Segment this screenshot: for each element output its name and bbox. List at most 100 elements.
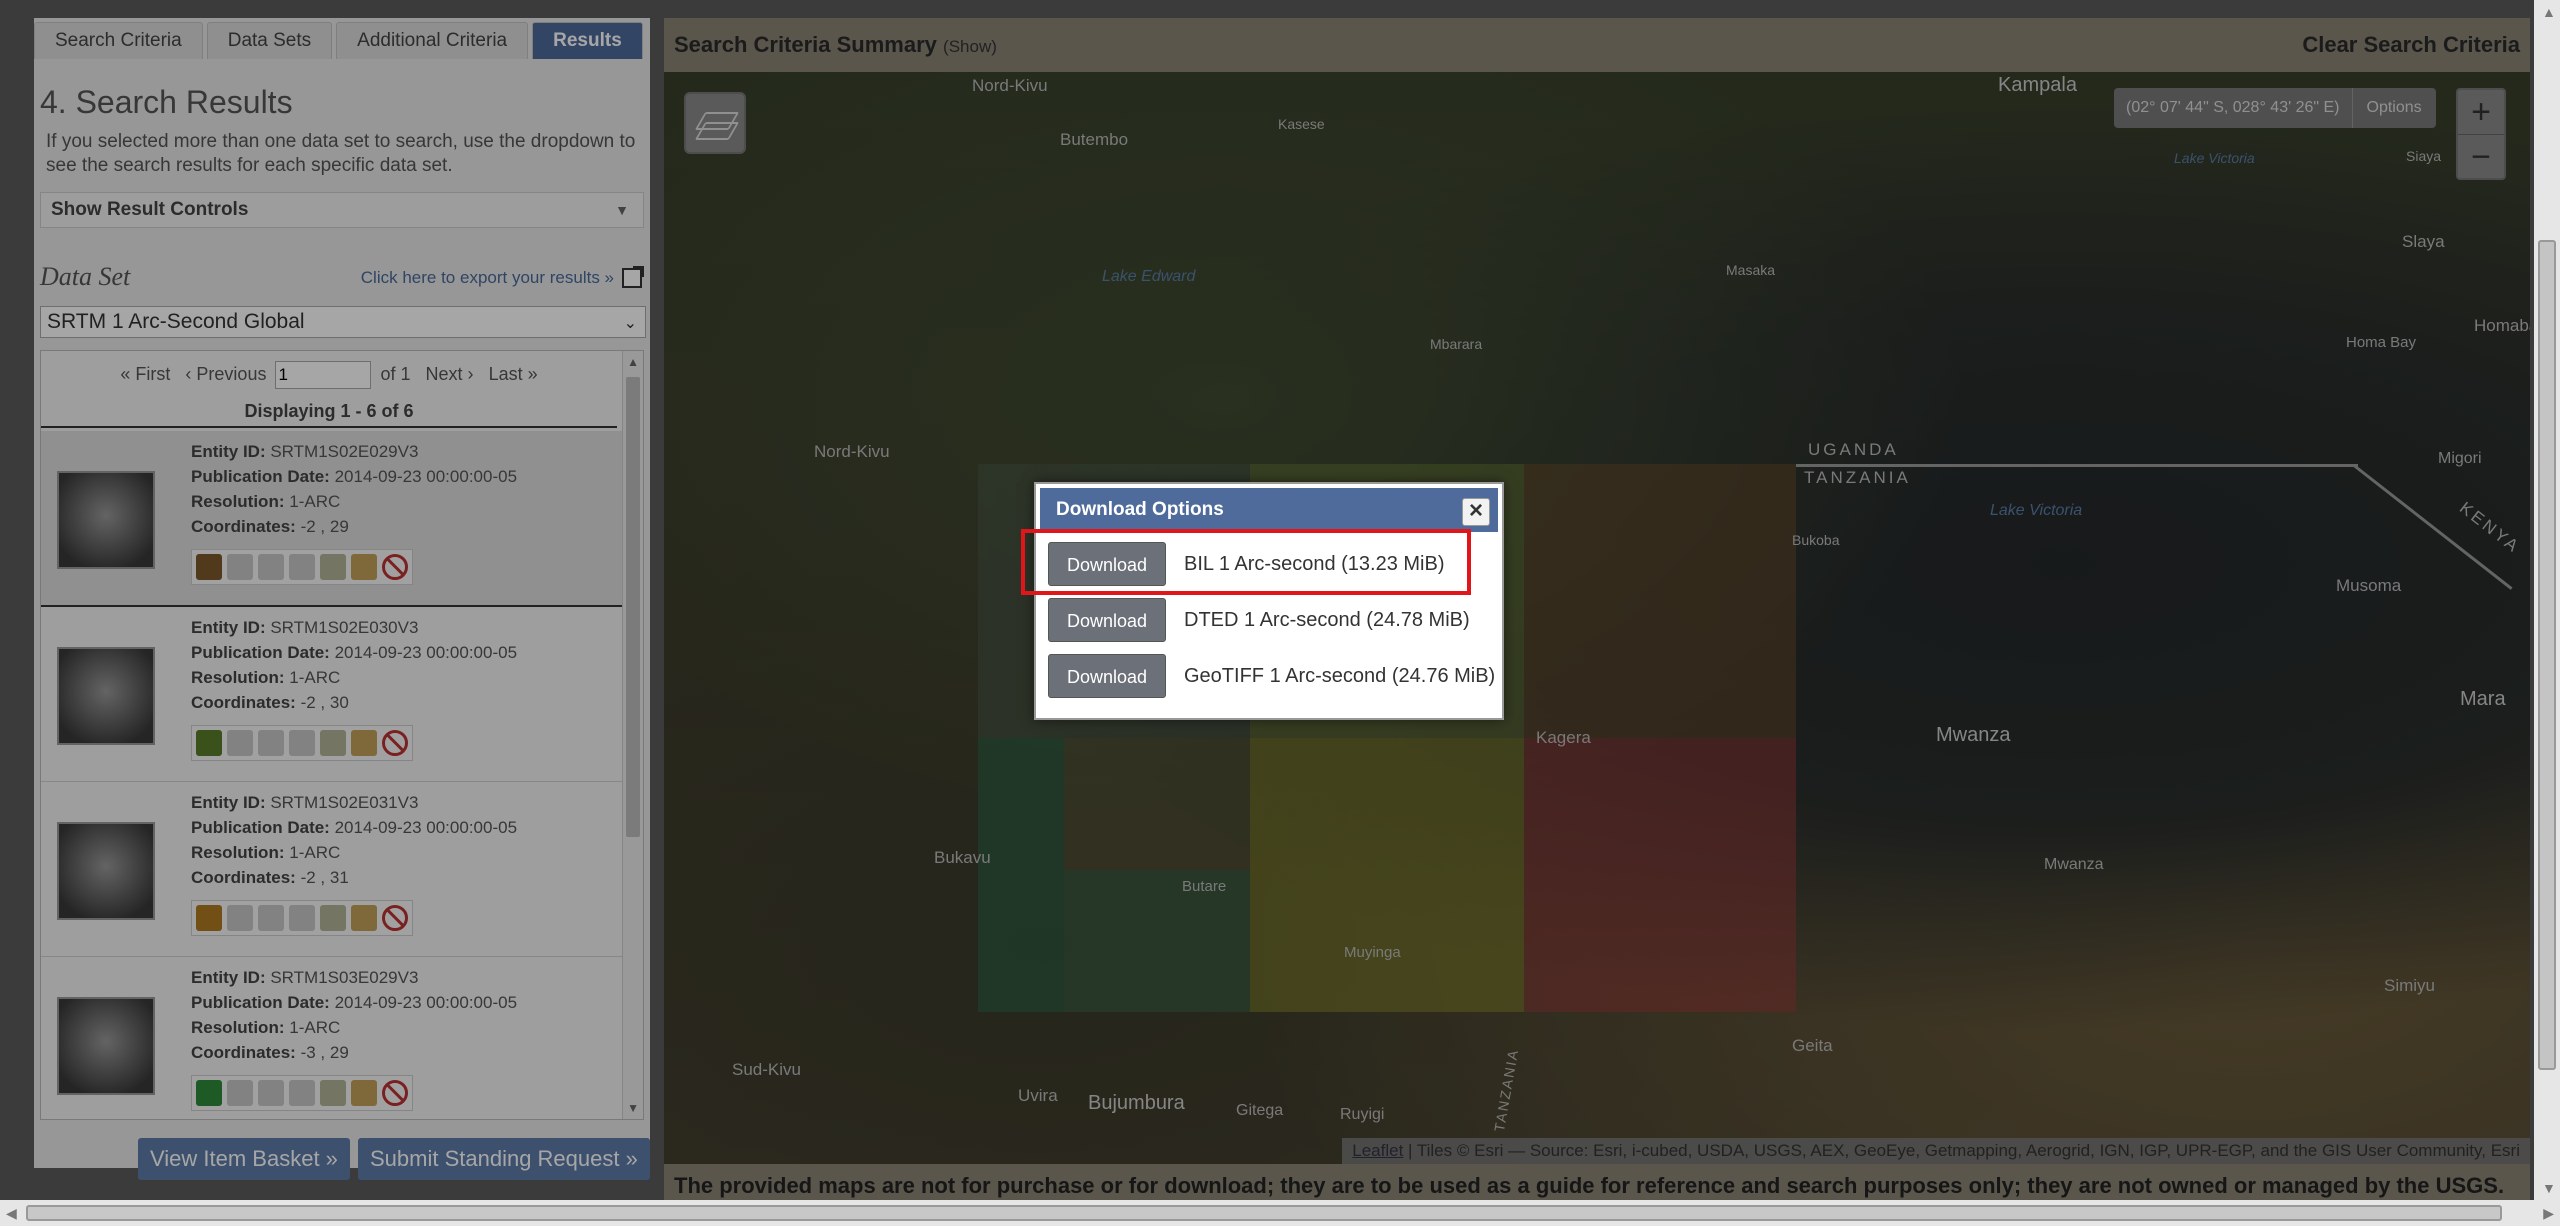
search-criteria-summary-bar: Search Criteria Summary (Show) Clear Sea… <box>664 18 2530 72</box>
tile-overlay <box>1250 738 1524 1012</box>
exclude-icon[interactable] <box>382 905 408 931</box>
list-item[interactable]: Entity ID: SRTM1S02E030V3 Publication Da… <box>41 607 623 782</box>
window-vertical-scrollbar[interactable]: ▲ ▼ <box>2534 0 2560 1200</box>
map-label: Bukavu <box>934 848 991 867</box>
window-horizontal-scroll-thumb[interactable] <box>26 1205 2502 1221</box>
leaflet-link[interactable]: Leaflet <box>1352 1141 1403 1160</box>
download-icon[interactable] <box>320 905 346 931</box>
view-item-basket-button[interactable]: View Item Basket » <box>138 1138 350 1180</box>
map-label: UGANDA <box>1808 440 1899 459</box>
zoom-in-button[interactable]: + <box>2458 90 2504 135</box>
map-label: Muyinga <box>1344 944 1401 961</box>
pager-next[interactable]: Next › <box>426 364 474 384</box>
scroll-down-arrow-icon[interactable]: ▼ <box>627 1101 639 1115</box>
pager-last[interactable]: Last » <box>489 364 538 384</box>
summary-show-link[interactable]: (Show) <box>943 37 997 56</box>
tile-overlay <box>1524 464 1796 738</box>
zoom-out-button[interactable]: − <box>2458 135 2504 179</box>
clear-search-criteria-link[interactable]: Clear Search Criteria <box>2302 32 2520 58</box>
window-horizontal-scrollbar[interactable]: ◀ ▶ <box>0 1200 2560 1226</box>
export-results-link[interactable]: Click here to export your results » <box>361 266 644 288</box>
map-label: Homabay <box>2474 316 2530 335</box>
scroll-down-arrow-icon[interactable]: ▼ <box>2542 1180 2556 1196</box>
browse-overlay-icon[interactable] <box>227 730 253 756</box>
left-panel: Search Criteria Data Sets Additional Cri… <box>34 18 650 1180</box>
scroll-right-arrow-icon[interactable]: ▶ <box>2543 1205 2554 1222</box>
tab-results[interactable]: Results <box>532 22 643 59</box>
exclude-icon[interactable] <box>382 554 408 580</box>
browse-overlay-icon[interactable] <box>227 554 253 580</box>
tab-data-sets[interactable]: Data Sets <box>206 22 333 59</box>
download-icon[interactable] <box>320 554 346 580</box>
submit-standing-request-button[interactable]: Submit Standing Request » <box>358 1138 650 1180</box>
highlight-box <box>1021 529 1471 595</box>
coordinates-label: Coordinates: <box>191 868 296 887</box>
pager-page-input[interactable] <box>275 361 372 389</box>
compare-icon[interactable] <box>258 1080 284 1106</box>
footprint-icon[interactable] <box>196 554 222 580</box>
displaying-count: Displaying 1 - 6 of 6 <box>41 401 617 428</box>
layers-icon[interactable] <box>684 92 746 154</box>
exclude-icon[interactable] <box>382 730 408 756</box>
dataset-select[interactable]: SRTM 1 Arc-Second Global ⌄ <box>40 306 646 338</box>
list-item[interactable]: Entity ID: SRTM1S03E029V3 Publication Da… <box>41 957 623 1119</box>
pager-previous[interactable]: ‹ Previous <box>185 364 266 384</box>
metadata-icon[interactable] <box>289 905 315 931</box>
metadata-icon[interactable] <box>289 730 315 756</box>
scroll-left-arrow-icon[interactable]: ◀ <box>6 1205 17 1222</box>
coordinate-readout: (02° 07' 44" S, 028° 43' 26" E) Options <box>2114 88 2436 128</box>
result-thumbnail[interactable] <box>57 647 155 745</box>
results-scrollbar[interactable]: ▲ ▼ <box>622 351 643 1119</box>
footprint-icon[interactable] <box>196 905 222 931</box>
entity-id-label: Entity ID: <box>191 793 266 812</box>
compare-icon[interactable] <box>258 905 284 931</box>
pager-first[interactable]: « First <box>120 364 170 384</box>
compare-icon[interactable] <box>258 554 284 580</box>
order-icon[interactable] <box>351 905 377 931</box>
map-view[interactable]: Nord-Kivu Kampala Butembo Kasese Lake Vi… <box>664 72 2530 1164</box>
map-label: TANZANIA <box>1804 468 1911 487</box>
tab-additional-criteria[interactable]: Additional Criteria <box>336 22 529 59</box>
order-icon[interactable] <box>351 554 377 580</box>
footprint-icon[interactable] <box>196 730 222 756</box>
tab-search-criteria[interactable]: Search Criteria <box>34 22 203 59</box>
resolution-label: Resolution: <box>191 843 285 862</box>
exclude-icon[interactable] <box>382 1080 408 1106</box>
coordinates-value: -2 , 30 <box>300 693 349 712</box>
download-option-dted: Download DTED 1 Arc-second (24.78 MiB) <box>1048 598 1470 642</box>
metadata-icon[interactable] <box>289 1080 315 1106</box>
metadata-icon[interactable] <box>289 554 315 580</box>
scroll-up-arrow-icon[interactable]: ▲ <box>627 355 639 369</box>
download-icon[interactable] <box>320 1080 346 1106</box>
download-geotiff-button[interactable]: Download <box>1048 654 1166 698</box>
coordinate-options-button[interactable]: Options <box>2351 88 2436 128</box>
close-icon[interactable]: × <box>1462 498 1490 526</box>
browse-overlay-icon[interactable] <box>227 1080 253 1106</box>
compare-icon[interactable] <box>258 730 284 756</box>
map-label: Lake Victoria <box>1990 502 2083 519</box>
map-label: KENYA <box>2456 498 2524 558</box>
download-option-label: GeoTIFF 1 Arc-second (24.76 MiB) <box>1184 664 1496 687</box>
publication-date-value: 2014-09-23 00:00:00-05 <box>334 993 518 1012</box>
browse-overlay-icon[interactable] <box>227 905 253 931</box>
scroll-up-arrow-icon[interactable]: ▲ <box>2542 4 2556 20</box>
result-thumbnail[interactable] <box>57 471 155 569</box>
result-thumbnail[interactable] <box>57 997 155 1095</box>
order-icon[interactable] <box>351 1080 377 1106</box>
footprint-icon[interactable] <box>196 1080 222 1106</box>
show-result-controls-toggle[interactable]: Show Result Controls ▼ <box>40 192 644 228</box>
download-icon[interactable] <box>320 730 346 756</box>
map-label: Sud-Kivu <box>732 1060 801 1079</box>
resolution-label: Resolution: <box>191 492 285 511</box>
resolution-label: Resolution: <box>191 668 285 687</box>
download-dted-button[interactable]: Download <box>1048 598 1166 642</box>
order-icon[interactable] <box>351 730 377 756</box>
result-thumbnail[interactable] <box>57 822 155 920</box>
window-vertical-scroll-thumb[interactable] <box>2538 240 2556 1070</box>
chevron-down-icon: ▼ <box>615 202 629 218</box>
list-item[interactable]: Entity ID: SRTM1S02E029V3 Publication Da… <box>41 431 623 607</box>
result-actions <box>191 725 413 761</box>
summary-title-text: Search Criteria Summary <box>674 32 937 57</box>
list-item[interactable]: Entity ID: SRTM1S02E031V3 Publication Da… <box>41 782 623 957</box>
results-scroll-thumb[interactable] <box>626 377 640 837</box>
